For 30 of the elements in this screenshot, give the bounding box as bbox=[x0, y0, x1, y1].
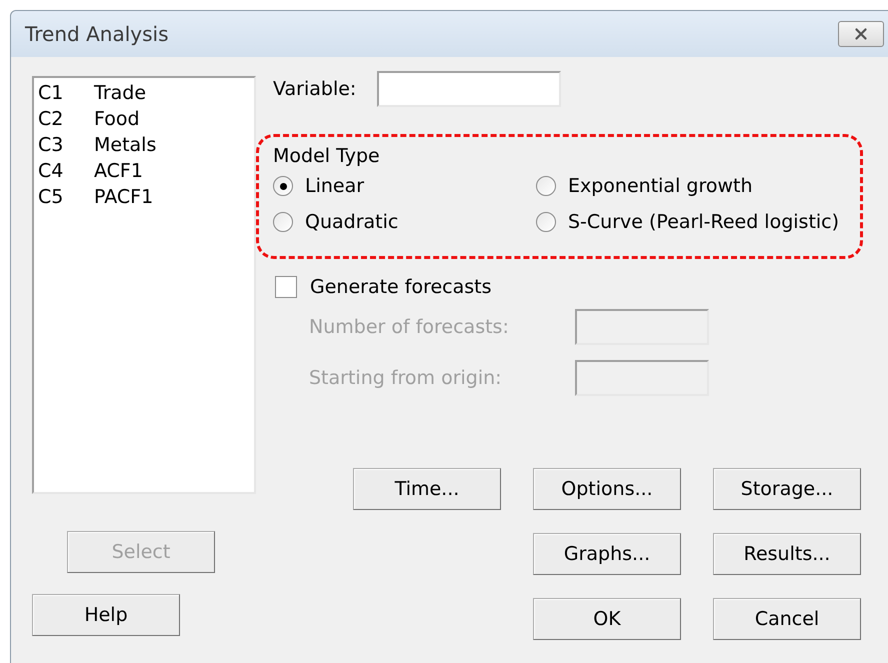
dialog-button[interactable]: Graphs... bbox=[533, 533, 681, 575]
radio-button[interactable] bbox=[536, 176, 556, 196]
checkbox-option[interactable]: Generate forecasts bbox=[275, 274, 492, 300]
dialog-button[interactable]: OK bbox=[533, 598, 681, 640]
column-list-item[interactable]: C1 Trade bbox=[38, 80, 243, 106]
radio-option[interactable]: S-Curve (Pearl-Reed logistic) bbox=[536, 209, 840, 235]
radio-button[interactable] bbox=[273, 212, 293, 232]
dialog-button[interactable]: Results... bbox=[713, 533, 861, 575]
column-list-item[interactable]: C4 ACF1 bbox=[38, 158, 243, 184]
dialog-button[interactable]: Time... bbox=[353, 468, 501, 510]
column-list-item[interactable]: C5 PACF1 bbox=[38, 184, 243, 210]
model-type-label: Model Type bbox=[273, 144, 381, 169]
radio-option[interactable]: Exponential growth bbox=[536, 173, 753, 199]
radio-option[interactable]: Linear bbox=[273, 173, 364, 199]
column-list-item[interactable]: C3 Metals bbox=[38, 132, 243, 158]
radio-option[interactable]: Quadratic bbox=[273, 209, 398, 235]
radio-button[interactable] bbox=[273, 176, 293, 196]
variable-field[interactable] bbox=[377, 71, 561, 107]
field-label: Starting from origin: bbox=[309, 366, 503, 391]
radio-button[interactable] bbox=[536, 212, 556, 232]
dialog-button[interactable]: Storage... bbox=[713, 468, 861, 510]
dialog-button[interactable]: Options... bbox=[533, 468, 681, 510]
variable-label: Variable: bbox=[273, 76, 358, 102]
close-button[interactable] bbox=[838, 21, 884, 47]
window-title: Trend Analysis bbox=[25, 21, 168, 48]
dialog-button[interactable]: Cancel bbox=[713, 598, 861, 640]
field-label: Number of forecasts: bbox=[309, 314, 510, 340]
column-list-item[interactable]: C2 Food bbox=[38, 106, 243, 132]
checkbox[interactable] bbox=[275, 276, 297, 298]
dialog-button[interactable]: Help bbox=[32, 594, 180, 636]
